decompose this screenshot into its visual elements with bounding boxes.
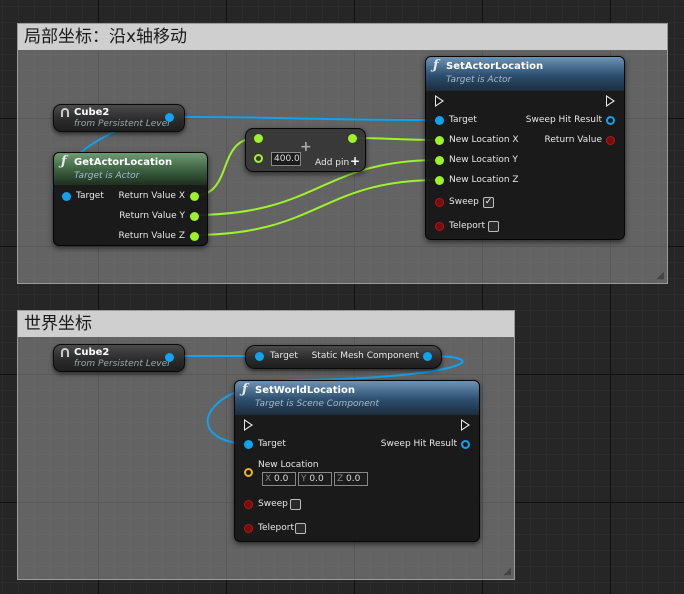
static-mesh-component-node[interactable]: Target Static Mesh Component <box>245 345 442 369</box>
location-x-label: New Location X <box>449 135 519 145</box>
return-z-label: Return Value Z <box>118 231 185 241</box>
location-x-pin[interactable] <box>435 136 444 145</box>
plus-icon: + <box>300 139 312 155</box>
sweep-label: Sweep <box>449 197 479 207</box>
return-value-pin[interactable] <box>606 136 615 145</box>
location-z-pin[interactable] <box>435 176 444 185</box>
sweep-label: Sweep <box>258 499 288 509</box>
teleport-label: Teleport <box>449 221 485 231</box>
target-label: Target <box>76 191 104 201</box>
location-y-label: New Location Y <box>449 155 518 165</box>
return-x-pin[interactable] <box>190 192 199 201</box>
actor-variable-icon <box>61 108 69 117</box>
y-value: 0.0 <box>309 474 324 484</box>
function-icon: ƒ <box>433 58 439 73</box>
sweep-checkbox[interactable]: ✓ <box>483 197 494 208</box>
add-value-input[interactable]: 400.0 <box>271 152 301 166</box>
static-mesh-component-label: Static Mesh Component <box>311 351 419 361</box>
return-y-pin[interactable] <box>190 212 199 221</box>
x-value: 0.0 <box>274 474 289 484</box>
target-input-pin[interactable] <box>255 352 264 361</box>
target-label: Target <box>270 351 298 361</box>
node-header[interactable]: ƒ SetWorldLocation Target is Scene Compo… <box>235 381 479 415</box>
actor-variable-icon <box>61 348 69 357</box>
node-subtitle: Target is Actor <box>74 171 140 181</box>
add-pin-plus-icon[interactable]: + <box>350 154 360 168</box>
new-location-label: New Location <box>258 460 319 470</box>
cube2-variable-node[interactable]: Cube2 from Persistent Level <box>53 104 185 132</box>
node-header[interactable]: ƒ GetActorLocation Target is Actor <box>54 153 207 185</box>
add-float-node[interactable]: 400.0 + Add pin + <box>245 128 366 172</box>
add-output-pin[interactable] <box>348 134 357 143</box>
y-axis-label: Y <box>301 474 307 484</box>
cube2-variable-node[interactable]: Cube2 from Persistent Level <box>53 344 185 372</box>
x-axis-label: X <box>265 474 272 484</box>
wire-cube-to-set-actor-target <box>167 116 440 121</box>
sweep-hit-result-label: Sweep Hit Result <box>380 439 457 449</box>
location-x-input[interactable]: X 0.0 <box>262 472 296 486</box>
teleport-label: Teleport <box>258 523 294 533</box>
variable-subtitle: from Persistent Level <box>74 119 170 129</box>
teleport-pin[interactable] <box>244 524 253 533</box>
new-location-pin[interactable] <box>244 468 253 477</box>
teleport-pin[interactable] <box>435 222 444 231</box>
node-subtitle: Target is Actor <box>446 75 512 85</box>
sweep-hit-result-pin[interactable] <box>461 440 470 449</box>
set-actor-location-node[interactable]: ƒ SetActorLocation Target is Actor Targe… <box>425 56 625 240</box>
set-world-location-node[interactable]: ƒ SetWorldLocation Target is Scene Compo… <box>234 380 480 542</box>
return-x-label: Return Value X <box>118 191 185 201</box>
sweep-pin[interactable] <box>435 198 444 207</box>
sweep-hit-result-pin[interactable] <box>606 116 615 125</box>
get-actor-location-node[interactable]: ƒ GetActorLocation Target is Actor Targe… <box>53 152 208 246</box>
add-input-b-pin[interactable] <box>254 154 263 163</box>
add-pin-label[interactable]: Add pin <box>315 157 349 169</box>
add-input-a-pin[interactable] <box>254 134 263 143</box>
location-y-pin[interactable] <box>435 156 444 165</box>
node-subtitle: Target is Scene Component <box>255 399 380 409</box>
z-axis-label: Z <box>337 474 344 484</box>
teleport-checkbox[interactable] <box>295 523 306 534</box>
target-input-pin[interactable] <box>244 440 253 449</box>
node-title: SetActorLocation <box>446 61 544 72</box>
function-icon: ƒ <box>242 382 248 397</box>
location-z-input[interactable]: Z 0.0 <box>334 472 368 486</box>
static-mesh-output-pin[interactable] <box>423 352 432 361</box>
z-value: 0.0 <box>346 474 361 484</box>
target-label: Target <box>449 115 477 125</box>
return-value-label: Return Value <box>544 135 602 145</box>
sweep-hit-result-label: Sweep Hit Result <box>525 115 602 125</box>
cube2-output-pin[interactable] <box>165 353 174 362</box>
return-z-pin[interactable] <box>190 232 199 241</box>
node-title: GetActorLocation <box>74 157 173 168</box>
exec-input-pin[interactable] <box>244 419 253 431</box>
target-label: Target <box>258 439 286 449</box>
sweep-pin[interactable] <box>244 500 253 509</box>
exec-output-pin[interactable] <box>606 95 615 107</box>
node-title: SetWorldLocation <box>255 385 355 396</box>
variable-title: Cube2 <box>74 107 110 118</box>
return-y-label: Return Value Y <box>119 211 185 221</box>
function-icon: ƒ <box>61 154 67 169</box>
exec-input-pin[interactable] <box>435 95 444 107</box>
variable-subtitle: from Persistent Level <box>74 359 170 369</box>
target-input-pin[interactable] <box>62 192 71 201</box>
node-header[interactable]: ƒ SetActorLocation Target is Actor <box>426 57 624 91</box>
exec-output-pin[interactable] <box>461 419 470 431</box>
target-input-pin[interactable] <box>435 116 444 125</box>
cube2-output-pin[interactable] <box>165 113 174 122</box>
location-z-label: New Location Z <box>449 175 519 185</box>
teleport-checkbox[interactable] <box>488 221 499 232</box>
location-y-input[interactable]: Y 0.0 <box>298 472 332 486</box>
variable-title: Cube2 <box>74 347 110 358</box>
sweep-checkbox[interactable] <box>290 499 301 510</box>
